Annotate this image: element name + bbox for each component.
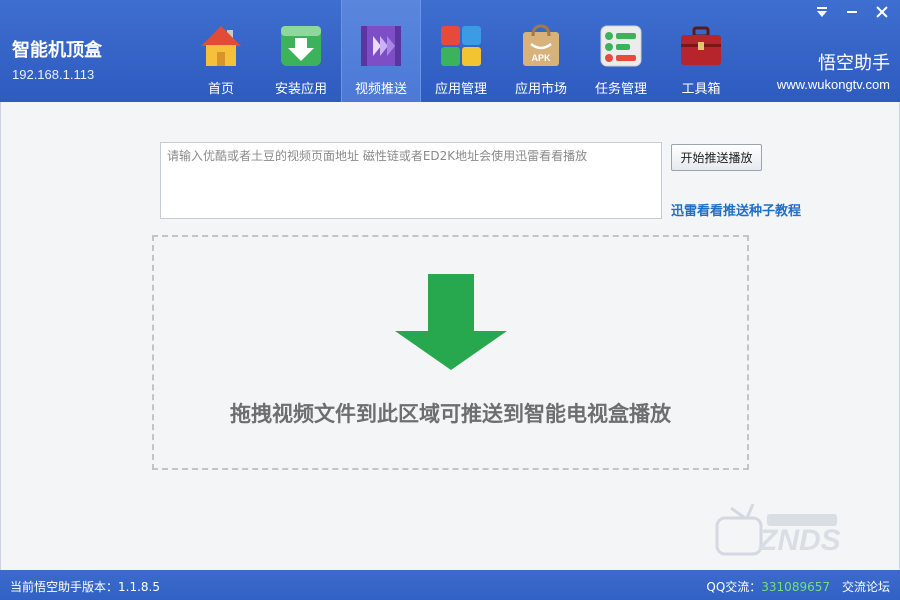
minimize-icon[interactable] — [844, 4, 860, 20]
nav-item-video-push[interactable]: 视频推送 — [341, 0, 421, 102]
device-ip: 192.168.1.113 — [12, 67, 95, 82]
nav-item-install[interactable]: 安装应用 — [261, 0, 341, 102]
toolbox-icon — [681, 26, 721, 65]
nav-label-task-manage: 任务管理 — [594, 82, 647, 97]
nav-label-app-market: 应用市场 — [514, 82, 567, 97]
install-download-icon — [281, 26, 321, 66]
brand-name: 悟空助手 — [818, 53, 890, 74]
nav-item-home[interactable]: 首页 — [181, 0, 261, 102]
video-url-input[interactable] — [160, 142, 662, 219]
nav-label-install: 安装应用 — [274, 82, 327, 97]
svg-text:APK: APK — [531, 53, 551, 63]
window-controls — [814, 4, 890, 20]
main-nav: 首页 安装应用 视频推送 应用管理 APK 应用市场 任务管理 工具箱 — [181, 0, 741, 102]
nav-label-toolbox: 工具箱 — [681, 82, 721, 97]
znds-watermark-logo: ZNDS — [715, 503, 841, 557]
xunlei-tutorial-link[interactable]: 迅雷看看推送种子教程 — [671, 200, 801, 219]
status-bar: 当前悟空助手版本：1.1.8.5 QQ交流：331089657 交流论坛 — [0, 570, 900, 600]
nav-item-task-manage[interactable]: 任务管理 — [581, 0, 661, 102]
nav-label-home: 首页 — [207, 82, 234, 97]
apk-market-icon: APK — [523, 24, 559, 66]
home-icon — [201, 26, 241, 66]
video-push-panel: 开始推送播放 迅雷看看推送种子教程 拖拽视频文件到此区域可推送到智能电视盒播放 … — [0, 102, 900, 570]
chevron-down-icon[interactable] — [814, 4, 830, 20]
device-info: 智能机顶盒 192.168.1.113 — [12, 40, 102, 83]
nav-item-app-manage[interactable]: 应用管理 — [421, 0, 501, 102]
app-manage-icon — [441, 26, 481, 66]
device-title: 智能机顶盒 — [12, 40, 102, 61]
brand-url: www.wukongtv.com — [776, 77, 890, 92]
svg-text:ZNDS: ZNDS — [758, 524, 841, 557]
video-drop-zone[interactable]: 拖拽视频文件到此区域可推送到智能电视盒播放 — [152, 235, 749, 470]
nav-item-app-market[interactable]: APK 应用市场 — [501, 0, 581, 102]
start-push-button[interactable]: 开始推送播放 — [671, 144, 762, 171]
version-label: 当前悟空助手版本：1.1.8.5 — [10, 580, 160, 594]
qq-contact: QQ交流：331089657 — [706, 578, 830, 595]
download-arrow-icon — [395, 274, 507, 370]
close-icon[interactable] — [874, 4, 890, 20]
nav-label-video-push: 视频推送 — [354, 82, 407, 97]
drop-zone-hint: 拖拽视频文件到此区域可推送到智能电视盒播放 — [230, 402, 671, 426]
video-push-icon — [361, 26, 401, 66]
forum-link[interactable]: 交流论坛 — [842, 578, 890, 595]
qq-number: 331089657 — [761, 580, 830, 594]
nav-item-toolbox[interactable]: 工具箱 — [661, 0, 741, 102]
nav-label-app-manage: 应用管理 — [434, 82, 487, 97]
title-bar: 智能机顶盒 192.168.1.113 首页 安装应用 视频推送 应用管理 AP… — [0, 0, 900, 102]
task-manage-icon — [600, 25, 642, 67]
qq-label: QQ交流： — [706, 580, 762, 594]
brand-block: 悟空助手 www.wukongtv.com — [777, 52, 890, 94]
